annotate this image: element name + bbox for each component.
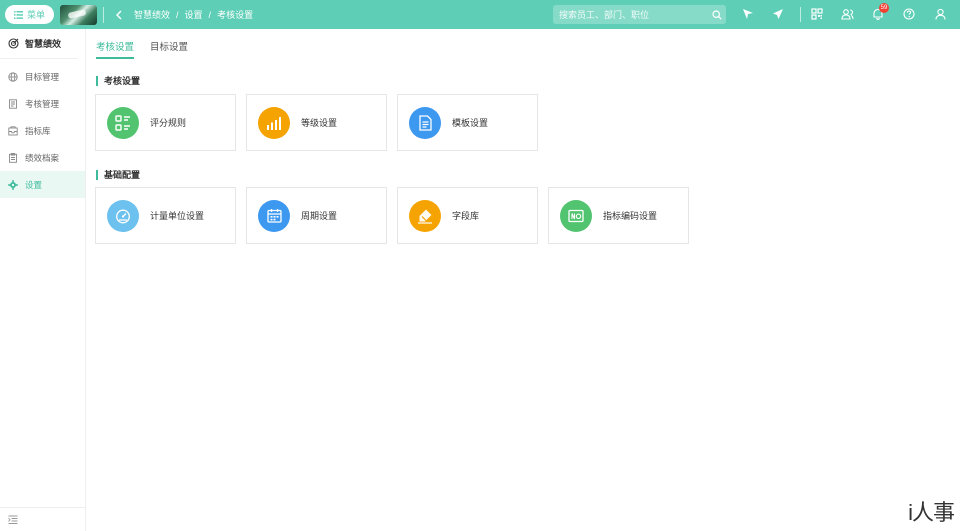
calendar-icon: [258, 199, 290, 232]
search-input[interactable]: [553, 9, 708, 20]
card-label: 计量单位设置: [150, 211, 205, 221]
card-template-settings[interactable]: 模板设置: [397, 94, 538, 151]
card-label: 评分规则: [150, 118, 187, 128]
list-icon: [13, 10, 23, 19]
sidebar-item-label: 设置: [25, 179, 43, 190]
top-bar: 菜单 智慧绩效 / 设置 / 考核设置 59: [0, 0, 960, 29]
breadcrumb-separator: /: [176, 9, 179, 20]
card-label: 指标编码设置: [603, 211, 658, 221]
sidebar: 智慧绩效 目标管理 考核管理 指标库 绩效档案 设置: [0, 29, 86, 531]
target-icon: [8, 38, 19, 49]
bar-chart-icon: [258, 106, 290, 139]
card-grade-settings[interactable]: 等级设置: [246, 94, 387, 151]
card-unit-settings[interactable]: 计量单位设置: [95, 187, 236, 244]
sidebar-collapse-button[interactable]: [0, 507, 85, 531]
tab-goal-settings[interactable]: 目标设置: [150, 39, 188, 59]
divider: [800, 7, 801, 22]
breadcrumb: 智慧绩效 / 设置 / 考核设置: [134, 8, 253, 21]
sidebar-item-goal-management[interactable]: 目标管理: [0, 63, 85, 90]
card-field-library[interactable]: 字段库: [397, 187, 538, 244]
sidebar-item-performance-archive[interactable]: 绩效档案: [0, 144, 85, 171]
sidebar-item-settings[interactable]: 设置: [0, 171, 85, 198]
bell-icon[interactable]: 59: [871, 3, 889, 21]
menu-button[interactable]: 菜单: [5, 5, 54, 24]
clipboard-icon: [9, 152, 17, 163]
breadcrumb-item[interactable]: 智慧绩效: [134, 8, 170, 21]
collapse-menu-icon: [8, 515, 18, 524]
card-scoring-rules[interactable]: 评分规则: [95, 94, 236, 151]
card-indicator-code-settings[interactable]: 指标编码设置: [548, 187, 689, 244]
document-icon: [9, 98, 17, 109]
sidebar-item-label: 指标库: [25, 125, 51, 136]
gear-icon: [8, 179, 18, 190]
sidebar-title: 智慧绩效: [0, 29, 77, 59]
menu-label: 菜单: [26, 10, 45, 20]
user-icon[interactable]: [933, 7, 947, 21]
tab-assessment-settings[interactable]: 考核设置: [96, 39, 135, 59]
sidebar-item-assessment-management[interactable]: 考核管理: [0, 90, 85, 117]
file-text-icon: [409, 106, 441, 139]
sidebar-item-label: 绩效档案: [25, 152, 60, 163]
send-outline-icon[interactable]: [741, 7, 755, 21]
sidebar-title-label: 智慧绩效: [25, 39, 62, 49]
company-logo[interactable]: [60, 4, 97, 25]
breadcrumb-item[interactable]: 设置: [185, 8, 203, 21]
code-badge-icon: [560, 199, 592, 232]
sidebar-item-label: 目标管理: [25, 71, 60, 82]
divider: [103, 6, 104, 23]
card-label: 周期设置: [301, 211, 338, 221]
inbox-icon: [8, 125, 18, 135]
card-cycle-settings[interactable]: 周期设置: [246, 187, 387, 244]
help-icon[interactable]: [902, 7, 916, 21]
breadcrumb-item: 考核设置: [217, 10, 254, 20]
breadcrumb-separator: /: [208, 9, 212, 20]
section-title: 基础配置: [96, 170, 140, 180]
list-grid-icon: [107, 106, 139, 139]
back-arrow-icon[interactable]: [112, 8, 126, 22]
dashboard-gauge-icon: [107, 199, 139, 232]
watermark-text: i人事: [908, 500, 955, 525]
search-icon[interactable]: [708, 9, 726, 20]
search-box: [553, 5, 726, 24]
qrcode-icon[interactable]: [810, 7, 824, 21]
settings-tabs: 考核设置 目标设置: [96, 39, 188, 59]
paper-plane-icon[interactable]: [771, 7, 785, 21]
sidebar-item-label: 考核管理: [25, 98, 60, 109]
card-label: 等级设置: [301, 118, 338, 128]
eraser-icon: [409, 199, 441, 232]
globe-icon: [8, 71, 18, 82]
card-label: 模板设置: [452, 118, 489, 128]
sidebar-item-indicator-library[interactable]: 指标库: [0, 117, 85, 144]
section-title: 考核设置: [96, 76, 140, 86]
card-label: 字段库: [452, 211, 480, 221]
contacts-icon[interactable]: [840, 7, 854, 21]
notification-badge: 59: [879, 3, 889, 13]
